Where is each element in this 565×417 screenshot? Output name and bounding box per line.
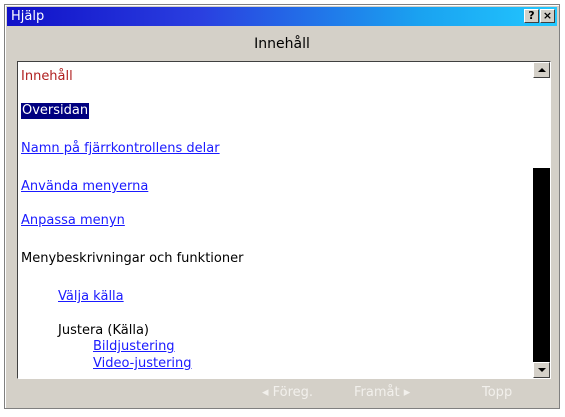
help-window: Hjälp ? × Innehåll Innehåll Översidan Na… bbox=[4, 4, 560, 409]
top-button[interactable]: Topp bbox=[482, 384, 512, 402]
scroll-up-button[interactable] bbox=[533, 62, 550, 78]
nav-footer: ◂ Föreg. Framåt ▸ Topp bbox=[7, 384, 557, 404]
vertical-scrollbar[interactable] bbox=[533, 62, 550, 378]
toc-item-remote-parts[interactable]: Namn på fjärrkontrollens delar bbox=[21, 141, 220, 157]
toc-heading-adjust-source: Justera (Källa) bbox=[58, 323, 149, 338]
toc-item-select-source[interactable]: Välja källa bbox=[58, 289, 124, 305]
arrow-down-icon bbox=[538, 368, 546, 372]
toc-item-video-adjust[interactable]: Video-justering bbox=[93, 356, 192, 372]
toc-item-picture-adjust[interactable]: Bildjustering bbox=[93, 339, 175, 355]
arrow-up-icon bbox=[538, 68, 546, 72]
toc-list: Innehåll Översidan Namn på fjärrkontroll… bbox=[18, 62, 533, 378]
title-bar: Hjälp ? × bbox=[7, 7, 557, 26]
toc-panel: Innehåll Översidan Namn på fjärrkontroll… bbox=[17, 61, 551, 379]
close-button[interactable]: × bbox=[540, 9, 555, 23]
help-button[interactable]: ? bbox=[524, 9, 539, 23]
toc-heading-menu-descriptions: Menybeskrivningar och funktioner bbox=[21, 251, 244, 266]
scroll-down-button[interactable] bbox=[533, 362, 550, 378]
toc-item-current: Innehåll bbox=[21, 69, 73, 84]
toc-item-oversidan[interactable]: Översidan bbox=[21, 103, 90, 119]
window-title: Hjälp bbox=[11, 9, 45, 24]
toc-item-using-menus[interactable]: Använda menyerna bbox=[21, 179, 148, 195]
previous-button[interactable]: ◂ Föreg. bbox=[262, 384, 313, 402]
page-title: Innehåll bbox=[254, 36, 310, 52]
toc-item-customize-menu[interactable]: Anpassa menyn bbox=[21, 213, 125, 229]
next-button[interactable]: Framåt ▸ bbox=[354, 384, 410, 402]
scrollbar-track[interactable] bbox=[533, 78, 550, 168]
